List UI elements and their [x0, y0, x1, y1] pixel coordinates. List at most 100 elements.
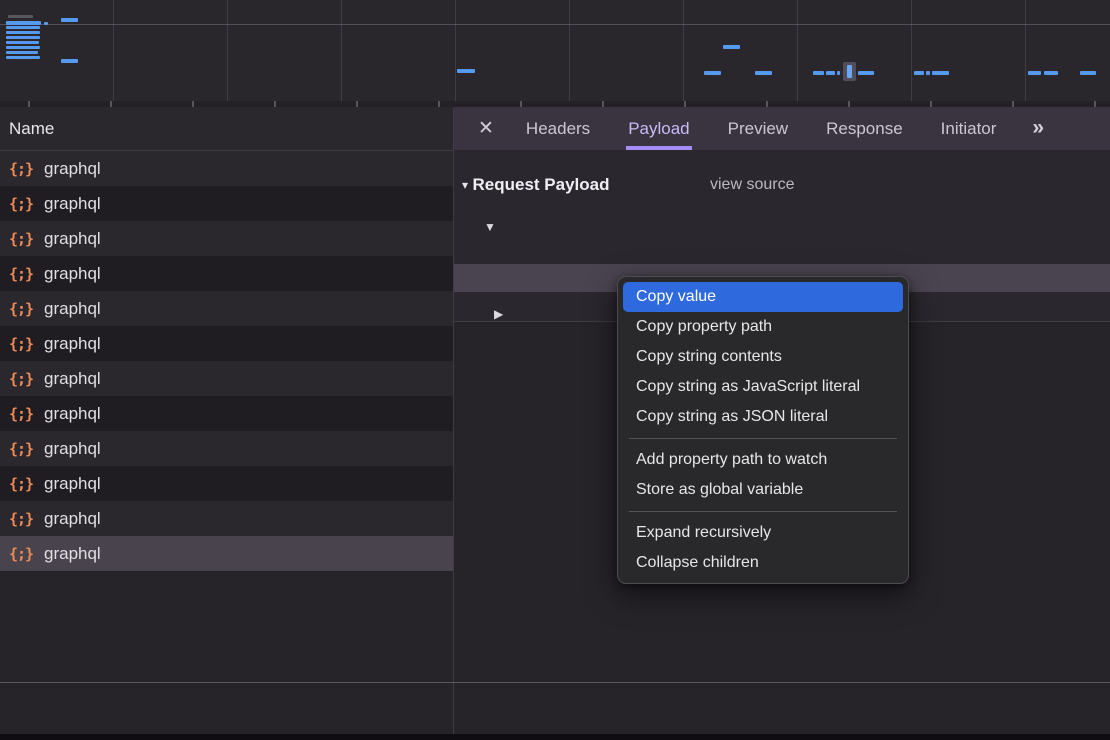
- tick-indicator: [8, 15, 33, 18]
- request-payload-header[interactable]: ▾ Request Payload: [462, 171, 609, 199]
- menu-divider: [629, 511, 897, 512]
- devtools-network-panel: Name {;}graphql{;}graphql{;}graphql{;}gr…: [0, 0, 1110, 740]
- request-row-graphql[interactable]: {;} graphql: [0, 501, 453, 536]
- json-braces-icon: {;}: [9, 195, 35, 213]
- request-name-label: graphql: [44, 439, 101, 459]
- request-name-label: graphql: [44, 369, 101, 389]
- tab-response[interactable]: Response: [824, 107, 905, 150]
- json-braces-icon: {;}: [9, 335, 35, 353]
- timeline-gridline: [1025, 0, 1026, 101]
- request-row-graphql[interactable]: {;} graphql: [0, 256, 453, 291]
- request-name-label: graphql: [44, 229, 101, 249]
- request-name-label: graphql: [44, 544, 101, 564]
- more-tabs-icon[interactable]: »: [1032, 107, 1042, 150]
- tab-payload[interactable]: Payload: [626, 107, 691, 150]
- request-timing-bar: [61, 59, 78, 63]
- json-braces-icon: {;}: [9, 230, 35, 248]
- request-timing-bar: [6, 21, 41, 25]
- request-timing-bar: [6, 31, 40, 34]
- tab-initiator[interactable]: Initiator: [939, 107, 999, 150]
- request-timing-bar: [914, 71, 924, 75]
- request-timing-bar: [6, 36, 40, 39]
- request-name-label: graphql: [44, 334, 101, 354]
- request-timing-bar: [826, 71, 835, 75]
- request-timing-bar: [755, 71, 772, 75]
- json-braces-icon: {;}: [9, 475, 35, 493]
- timeline-gridline: [455, 0, 456, 101]
- request-timing-bar: [1028, 71, 1041, 75]
- json-braces-icon: {;}: [9, 370, 35, 388]
- tab-preview[interactable]: Preview: [726, 107, 790, 150]
- window-bottom-edge: [0, 734, 1110, 740]
- request-row-graphql[interactable]: {;} graphql: [0, 396, 453, 431]
- timeline-gridline: [797, 0, 798, 101]
- request-row-graphql[interactable]: {;} graphql: [0, 466, 453, 501]
- request-timing-bar: [837, 71, 840, 75]
- request-row-graphql[interactable]: {;} graphql: [0, 536, 453, 571]
- request-row-graphql[interactable]: {;}graphql: [0, 291, 453, 326]
- request-timing-bar: [44, 22, 48, 25]
- request-timing-bar: [926, 71, 930, 75]
- request-timing-bar: [6, 26, 40, 29]
- request-timing-bar: [1080, 71, 1096, 75]
- menu-item-copy-value[interactable]: Copy value: [623, 282, 903, 312]
- request-timing-bar: [6, 56, 40, 59]
- menu-item-expand-recursively[interactable]: Expand recursively: [623, 518, 903, 548]
- request-timing-bar: [932, 71, 949, 75]
- request-timing-bar: [723, 45, 740, 49]
- menu-item-add-property-path-to-watch[interactable]: Add property path to watch: [623, 445, 903, 475]
- request-row-graphql[interactable]: {;} graphql: [0, 326, 453, 361]
- payload-row-operation-name[interactable]: operationName: "ipFlowTimeseries": [454, 240, 1110, 264]
- menu-item-copy-string-contents[interactable]: Copy string contents: [623, 342, 903, 372]
- triangle-right-icon[interactable]: ▶: [494, 300, 503, 320]
- menu-item-store-as-global-variable[interactable]: Store as global variable: [623, 475, 903, 505]
- request-timing-bar: [704, 71, 721, 75]
- json-braces-icon: {;}: [9, 265, 35, 283]
- request-timing-bar: [457, 69, 475, 73]
- view-source-link[interactable]: view source: [710, 171, 794, 199]
- request-name-label: graphql: [44, 264, 101, 284]
- menu-item-copy-string-as-json-literal[interactable]: Copy string as JSON literal: [623, 402, 903, 432]
- payload-root-row[interactable]: ▼ {operationName: "ipFlowTimeseries", va…: [454, 212, 1110, 240]
- menu-item-copy-property-path[interactable]: Copy property path: [623, 312, 903, 342]
- request-name-label: graphql: [44, 474, 101, 494]
- timeline-baseline: [0, 24, 1110, 25]
- request-name-label: graphql: [44, 299, 101, 319]
- triangle-down-icon[interactable]: ▼: [484, 213, 496, 240]
- timeline-gridline: [683, 0, 684, 101]
- json-braces-icon: {;}: [9, 545, 35, 563]
- timeline-gridline: [113, 0, 114, 101]
- request-timing-bar: [858, 71, 874, 75]
- request-row-graphql[interactable]: {;}graphql: [0, 151, 453, 186]
- timeline-gridline: [227, 0, 228, 101]
- request-timing-bar: [6, 51, 38, 54]
- request-row-graphql[interactable]: {;}graphql: [0, 431, 453, 466]
- request-name-label: graphql: [44, 404, 101, 424]
- timeline-gridline: [341, 0, 342, 101]
- request-row-graphql[interactable]: {;} graphql: [0, 361, 453, 396]
- tab-headers[interactable]: Headers: [524, 107, 592, 150]
- detail-tab-bar: ✕ Headers Payload Preview Response Initiator…: [454, 107, 1110, 150]
- menu-divider: [629, 438, 897, 439]
- request-name-label: graphql: [44, 159, 101, 179]
- request-timing-bar: [6, 41, 39, 44]
- column-header-name[interactable]: Name: [0, 107, 453, 151]
- request-row-graphql[interactable]: {;}graphql: [0, 186, 453, 221]
- request-list-empty-area: [0, 571, 453, 735]
- marker-line-indicator: [847, 65, 852, 78]
- network-overview-timeline[interactable]: [0, 0, 1110, 101]
- close-icon[interactable]: ✕: [478, 107, 494, 150]
- request-name-label: graphql: [44, 509, 101, 529]
- request-row-graphql[interactable]: {;} graphql: [0, 221, 453, 256]
- menu-item-collapse-children[interactable]: Collapse children: [623, 548, 903, 578]
- timeline-gridline: [569, 0, 570, 101]
- context-menu: Copy valueCopy property pathCopy string …: [617, 276, 909, 584]
- menu-item-copy-string-as-javascript-literal[interactable]: Copy string as JavaScript literal: [623, 372, 903, 402]
- json-braces-icon: {;}: [9, 510, 35, 528]
- timeline-gridline: [911, 0, 912, 101]
- triangle-down-icon[interactable]: ▾: [462, 178, 468, 192]
- footer-divider: [0, 682, 1110, 683]
- json-braces-icon: {;}: [9, 405, 35, 423]
- request-timing-bar: [813, 71, 824, 75]
- request-list: {;} graphql {;} graphql {;} graphql {;} graphql…: [0, 151, 453, 571]
